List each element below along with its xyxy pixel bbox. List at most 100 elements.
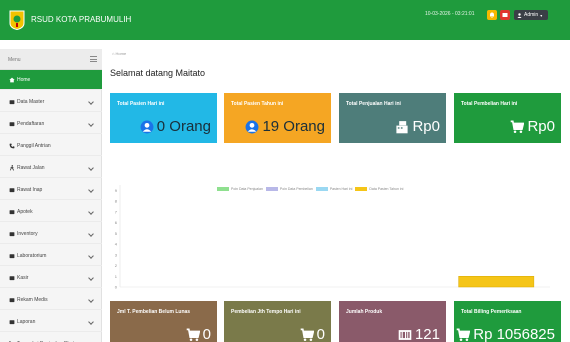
chevron-down-icon (88, 319, 94, 325)
breadcrumb[interactable]: ⌂ Home (112, 51, 126, 56)
sidebar-item-label: Panggil Antrian (17, 142, 51, 149)
cart-icon (186, 328, 200, 341)
datetime-display: 10-03-2026 - 03:21:01 (425, 11, 475, 17)
sidebar-item-data-master[interactable]: Data Master (0, 92, 102, 112)
card-value: Rp 1056825 (456, 326, 555, 342)
user-icon (246, 120, 259, 133)
chevron-down-icon (88, 297, 94, 303)
chevron-down-icon (88, 253, 94, 259)
chevron-down-icon (88, 99, 94, 105)
card-label: Total Pasien Hari ini (117, 101, 165, 107)
stat-bottom-card-2[interactable]: Pembelian Jth Tempo Hari ini 0 (224, 301, 331, 342)
hamburger-icon[interactable] (90, 56, 97, 62)
card-label: Jml T. Pembelian Belum Lunas (117, 309, 191, 315)
chevron-down-icon (88, 165, 94, 171)
sidebar-item-label: Home (17, 76, 31, 83)
sidebar-item-rekam-medis[interactable]: Rekam Medis (0, 290, 102, 310)
stat-bottom-card-4[interactable]: Total Billing Pemeriksaan Rp 1056825 (454, 301, 561, 342)
list-icon (9, 121, 15, 126)
sidebar-item-label: Rawat Inap (17, 186, 43, 193)
card-value: Rp0 (395, 118, 440, 135)
stat-top-card-4[interactable]: Total Pembelian Hari ini Rp0 (454, 93, 561, 143)
user-menu-button[interactable]: Admin ▾ (514, 10, 548, 20)
card-value-text: 121 (414, 326, 440, 342)
chevron-down-icon (88, 121, 94, 127)
y-tick-label: 0 (115, 285, 118, 290)
user-icon (140, 120, 154, 133)
stat-bottom-card-1[interactable]: Jml T. Pembelian Belum Lunas 0 (110, 301, 217, 342)
user-icon (517, 12, 522, 18)
sidebar-item-label: Inventory (17, 230, 38, 237)
sidebar-item-kasir[interactable]: Kasir (0, 268, 102, 288)
y-tick-label: 9 (115, 188, 118, 193)
y-tick-label: 4 (115, 242, 118, 247)
cart-icon (300, 328, 314, 341)
notification-button[interactable] (487, 10, 497, 20)
app-title: RSUD KOTA PRABUMULIH (31, 15, 132, 24)
card-value-text: Rp0 (527, 118, 555, 135)
box-icon (9, 231, 15, 236)
breadcrumb-home: Home (115, 51, 127, 56)
y-tick-label: 8 (115, 199, 118, 204)
sidebar-item-rawat-jalan[interactable]: Rawat Jalan (0, 158, 102, 178)
sidebar-item-pendaftaran[interactable]: Pendaftaran (0, 114, 102, 134)
card-value-text: Rp 1056825 (473, 326, 555, 342)
sidebar-item-panggil-antrian[interactable]: Panggil Antrian (0, 136, 102, 156)
card-label: Total Billing Pemeriksaan (461, 309, 522, 315)
sidebar-header: Menu (0, 49, 102, 70)
card-label: Total Pembelian Hari ini (461, 101, 518, 107)
card-value-text: 0 (316, 326, 325, 342)
user-name: Admin (524, 12, 539, 18)
card-value: 0 Orang (140, 118, 211, 135)
page-title: Selamat datang Maitato (110, 68, 206, 78)
card-label: Jumlah Produk (346, 309, 383, 315)
pill-icon (9, 209, 15, 214)
card-value-text: Rp0 (412, 118, 440, 135)
cart-icon (456, 328, 471, 341)
hospital-logo (9, 10, 25, 30)
sidebar-item-label: Laboratorium (17, 252, 47, 259)
top-header: RSUD KOTA PRABUMULIH 10-03-2026 - 03:21:… (0, 0, 570, 40)
report-icon (9, 319, 15, 324)
y-tick-label: 2 (115, 263, 118, 268)
sidebar-item-label: Rawat Jalan (17, 164, 45, 171)
sidebar-item-laboratorium[interactable]: Laboratorium (0, 246, 102, 266)
alert-button[interactable] (500, 10, 510, 20)
sidebar-item-label: Data Master (17, 98, 45, 105)
sidebar-item-inventory[interactable]: Inventory (0, 224, 102, 244)
y-tick-label: 5 (115, 231, 118, 236)
card-value: Rp0 (510, 118, 555, 135)
sidebar-item-apotek[interactable]: Apotek (0, 202, 102, 222)
y-tick-label: 3 (115, 252, 118, 257)
sidebar-item-label: Apotek (17, 208, 33, 215)
bed-icon (9, 187, 15, 192)
cash-icon (9, 275, 15, 280)
sidebar-item-label: Kasir (17, 274, 29, 281)
record-icon (9, 297, 15, 302)
stat-top-card-2[interactable]: Total Pasien Tahun ini 19 Orang (224, 93, 331, 143)
card-value: 0 (186, 326, 211, 342)
stat-bottom-card-3[interactable]: Jumlah Produk 121 (339, 301, 446, 342)
sidebar-item-label: Pendaftaran (17, 120, 45, 127)
sidebar-item-laporan[interactable]: Laporan (0, 312, 102, 332)
stat-top-card-1[interactable]: Total Pasien Hari ini 0 Orang (110, 93, 217, 143)
card-label: Pembelian Jth Tempo Hari ini (231, 309, 301, 315)
sidebar-item-transaksi-penjualan-obat[interactable]: Transaksi Penjualan Obat (0, 334, 102, 342)
chevron-down-icon (88, 275, 94, 281)
chart-bar-data-pasien-tahun-ini[interactable] (458, 276, 535, 288)
sidebar-item-label: Laporan (17, 318, 36, 325)
card-value: 121 (398, 326, 440, 342)
stat-top-card-3[interactable]: Total Penjualan Hari ini Rp0 (339, 93, 446, 143)
y-tick-label: 1 (115, 274, 118, 279)
sidebar-item-rawat-inap[interactable]: Rawat Inap (0, 180, 102, 200)
card-value-text: 0 Orang (156, 118, 211, 135)
y-tick-label: 7 (115, 209, 118, 214)
chevron-down-icon (88, 231, 94, 237)
caret-down-icon: ▾ (540, 12, 543, 18)
sidebar-item-home[interactable]: Home (0, 70, 102, 90)
home-icon (9, 77, 15, 82)
folder-icon (9, 99, 15, 104)
card-value: 0 (300, 326, 325, 342)
card-value: 19 Orang (245, 118, 325, 135)
card-label: Total Penjualan Hari ini (346, 101, 401, 107)
